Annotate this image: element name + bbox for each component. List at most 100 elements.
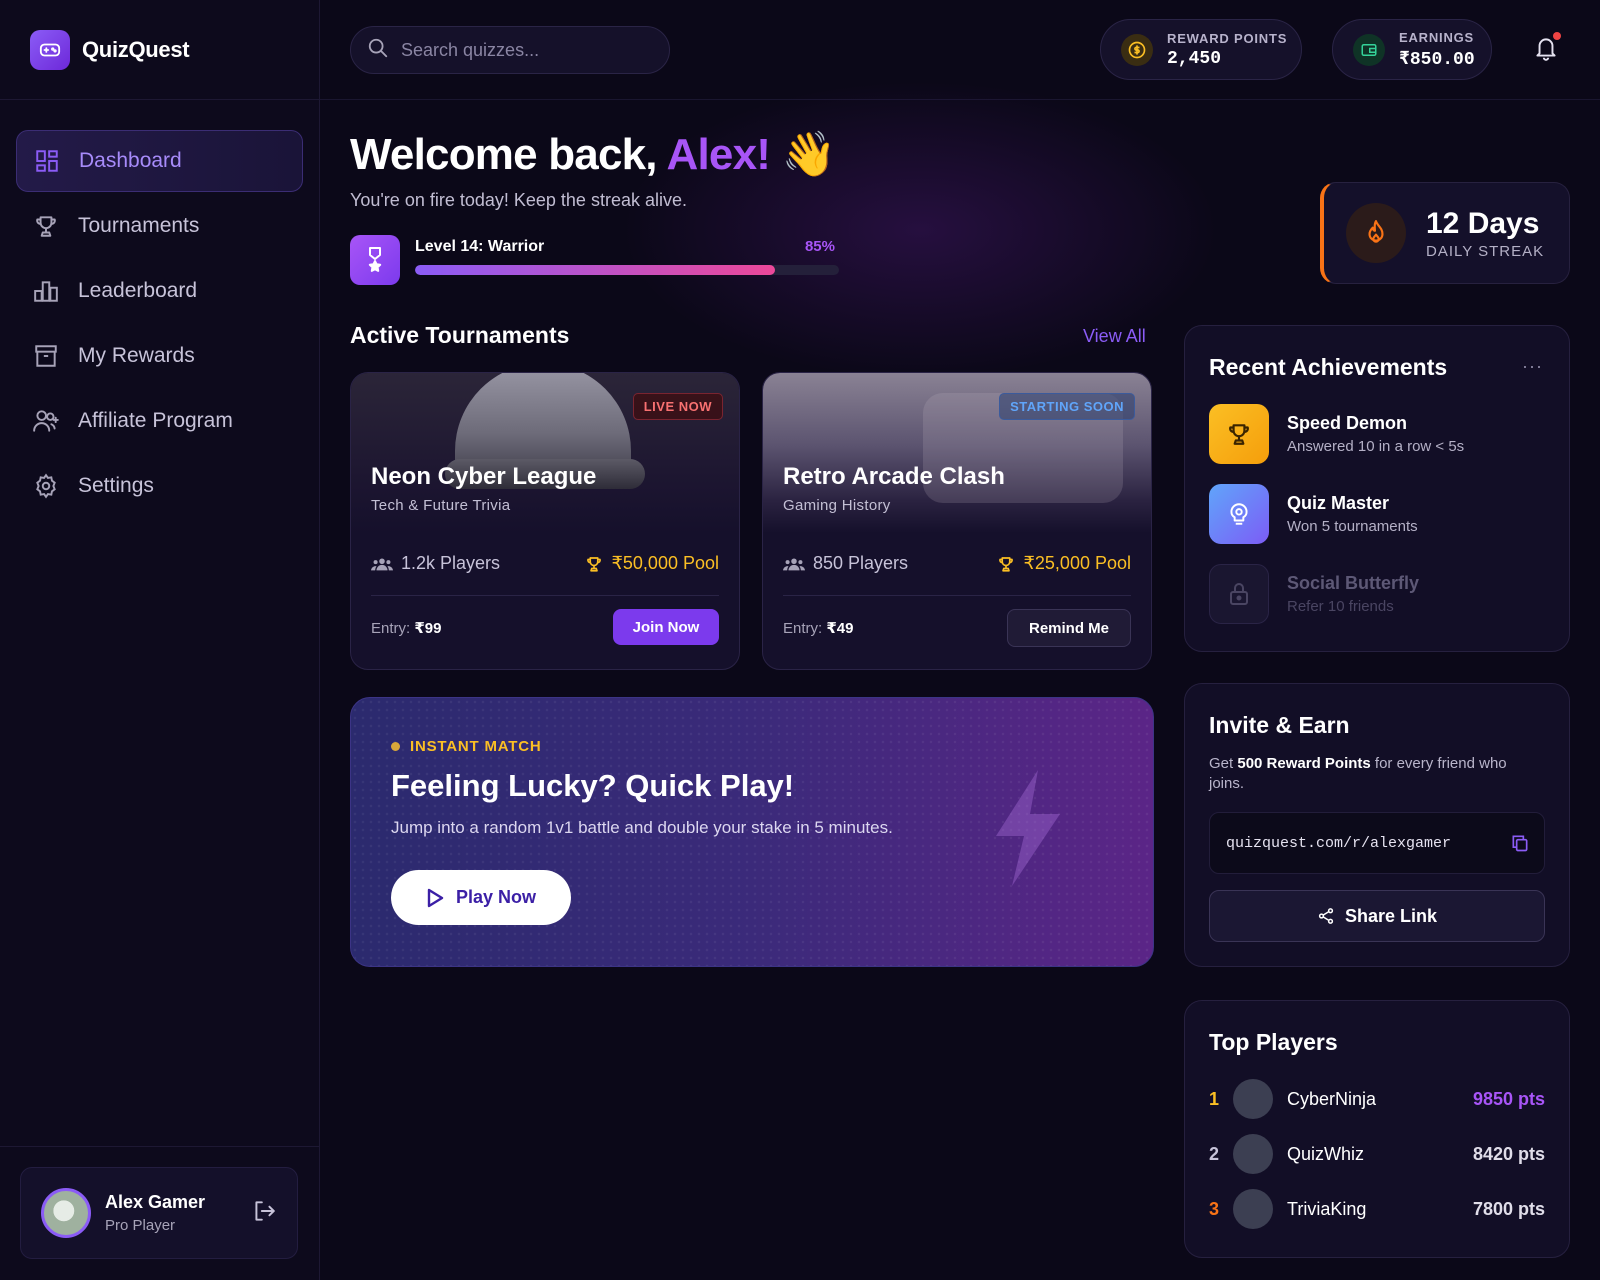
player-rank: 3 xyxy=(1209,1198,1220,1219)
top-players-title: Top Players xyxy=(1209,1029,1338,1055)
player-row[interactable]: 2 QuizWhiz 8420 pts xyxy=(1209,1133,1545,1175)
nav-item-my-rewards[interactable]: My Rewards xyxy=(16,325,303,387)
achievement-desc: Answered 10 in a row < 5s xyxy=(1287,438,1465,455)
achievement-item: Speed Demon Answered 10 in a row < 5s xyxy=(1209,404,1549,464)
copy-icon[interactable] xyxy=(1510,833,1530,858)
player-name: TriviaKing xyxy=(1287,1198,1367,1219)
level-progress-bar xyxy=(415,265,839,275)
join-now-button[interactable]: Join Now xyxy=(613,609,719,645)
player-row[interactable]: 3 TriviaKing 7800 pts xyxy=(1209,1188,1545,1230)
brain-icon xyxy=(1209,484,1269,544)
player-avatar xyxy=(1233,1079,1273,1119)
welcome-subtitle: You're on fire today! Keep the streak al… xyxy=(350,190,687,210)
player-avatar xyxy=(1233,1189,1273,1229)
player-points: 7800 pts xyxy=(1472,1198,1545,1219)
main-content: Welcome back, Alex! 👋 You're on fire tod… xyxy=(320,80,1600,1280)
tournament-card[interactable]: LIVE NOW Neon Cyber League Tech & Future… xyxy=(350,372,740,670)
lightning-bolt-icon xyxy=(996,770,1060,886)
player-rank: 1 xyxy=(1209,1088,1220,1109)
tournament-pool: ₹50,000 Pool xyxy=(585,553,719,574)
player-name: QuizWhiz xyxy=(1287,1143,1365,1164)
quick-play-title: Feeling Lucky? Quick Play! xyxy=(391,768,795,803)
gear-icon xyxy=(32,472,60,500)
view-all-link[interactable]: View All xyxy=(1083,326,1146,347)
flame-icon xyxy=(1346,203,1406,263)
top-players-card: Top Players 1 CyberNinja 9850 pts 2 Quiz… xyxy=(1184,1000,1570,1258)
achievements-title: Recent Achievements xyxy=(1209,354,1448,380)
achievement-name: Quiz Master xyxy=(1287,493,1390,513)
level-progress-fill xyxy=(415,265,776,275)
tournament-category: Gaming History xyxy=(783,497,891,514)
nav-item-affiliate[interactable]: Affiliate Program xyxy=(16,390,303,452)
trophy-icon xyxy=(1209,404,1269,464)
daily-streak-card: 12 Days DAILY STREAK xyxy=(1320,182,1570,284)
nav-item-tournaments[interactable]: Tournaments xyxy=(16,195,303,257)
tournament-entry-fee: Entry: ₹99 xyxy=(371,620,442,637)
nav-item-label: My Rewards xyxy=(78,344,195,367)
play-now-button[interactable]: Play Now xyxy=(391,870,571,925)
main-nav: Dashboard Tournaments Leaderboard My Rew… xyxy=(0,100,319,517)
user-card[interactable]: Alex Gamer Pro Player xyxy=(20,1167,298,1259)
starting-soon-badge: STARTING SOON xyxy=(999,393,1135,420)
achievement-desc: Refer 10 friends xyxy=(1287,598,1394,615)
brand[interactable]: QuizQuest xyxy=(0,0,319,100)
play-icon xyxy=(427,888,444,907)
coin-icon xyxy=(1121,33,1153,66)
earnings-label: EARNINGS xyxy=(1399,29,1475,45)
tournament-card[interactable]: STARTING SOON Retro Arcade Clash Gaming … xyxy=(762,372,1152,670)
users-icon xyxy=(783,558,805,570)
nav-item-leaderboard[interactable]: Leaderboard xyxy=(16,260,303,322)
referral-link[interactable]: quizquest.com/r/alexgamer xyxy=(1226,835,1451,852)
medal-icon xyxy=(350,235,400,285)
card-divider xyxy=(371,595,719,596)
invite-description: Get 500 Reward Points for every friend w… xyxy=(1209,755,1507,792)
remind-me-button[interactable]: Remind Me xyxy=(1007,609,1131,647)
recent-achievements-card: Recent Achievements ··· Speed Demon Answ… xyxy=(1184,325,1570,652)
earnings-pill[interactable]: EARNINGS ₹850.00 xyxy=(1332,19,1492,80)
user-name: Alex Gamer xyxy=(105,1192,206,1212)
live-now-badge: LIVE NOW xyxy=(632,393,723,420)
card-divider xyxy=(783,595,1131,596)
reward-points-label: REWARD POINTS xyxy=(1167,30,1288,46)
lock-icon xyxy=(1209,564,1269,624)
instant-match-tag: INSTANT MATCH xyxy=(391,738,542,755)
share-link-button[interactable]: Share Link xyxy=(1209,890,1545,942)
welcome-heading: Welcome back, Alex! 👋 xyxy=(350,130,836,179)
streak-days: 12 Days xyxy=(1426,206,1540,240)
nav-item-dashboard[interactable]: Dashboard xyxy=(16,130,303,192)
invite-title: Invite & Earn xyxy=(1209,712,1350,738)
referral-link-box[interactable]: quizquest.com/r/alexgamer xyxy=(1209,812,1545,874)
leaderboard-icon xyxy=(32,277,60,305)
level-percent: 85% xyxy=(804,238,835,255)
gamepad-icon xyxy=(30,29,70,70)
avatar xyxy=(41,1188,91,1238)
brand-name: QuizQuest xyxy=(82,36,190,62)
search-icon xyxy=(367,37,389,64)
search-bar[interactable] xyxy=(350,26,670,74)
achievement-name: Social Butterfly xyxy=(1287,573,1420,593)
trophy-icon xyxy=(32,212,60,240)
users-icon xyxy=(371,558,393,570)
player-row[interactable]: 1 CyberNinja 9850 pts xyxy=(1209,1078,1545,1120)
tournament-pool: ₹25,000 Pool xyxy=(997,553,1131,574)
more-options-icon[interactable]: ··· xyxy=(1522,356,1543,377)
invite-earn-card: Invite & Earn Get 500 Reward Points for … xyxy=(1184,683,1570,967)
search-input[interactable] xyxy=(401,39,641,61)
player-avatar xyxy=(1233,1134,1273,1174)
achievement-item: Quiz Master Won 5 tournaments xyxy=(1209,484,1549,544)
share-icon xyxy=(1318,908,1334,924)
achievement-item-locked: Social Butterfly Refer 10 friends xyxy=(1209,564,1549,624)
nav-item-label: Dashboard xyxy=(79,149,182,172)
earnings-value: ₹850.00 xyxy=(1399,49,1475,70)
notification-bell-icon[interactable] xyxy=(1533,32,1561,67)
nav-item-label: Tournaments xyxy=(78,214,200,237)
reward-points-pill[interactable]: REWARD POINTS 2,450 xyxy=(1100,19,1302,80)
tournament-players: 1.2k Players xyxy=(371,553,500,574)
logout-icon[interactable] xyxy=(251,1198,277,1229)
reward-points-value: 2,450 xyxy=(1167,48,1222,69)
tournament-category: Tech & Future Trivia xyxy=(371,497,511,514)
nav-item-settings[interactable]: Settings xyxy=(16,455,303,517)
user-plus-icon xyxy=(32,407,60,435)
user-area: Alex Gamer Pro Player xyxy=(0,1146,320,1280)
tournament-entry-fee: Entry: ₹49 xyxy=(783,620,854,637)
